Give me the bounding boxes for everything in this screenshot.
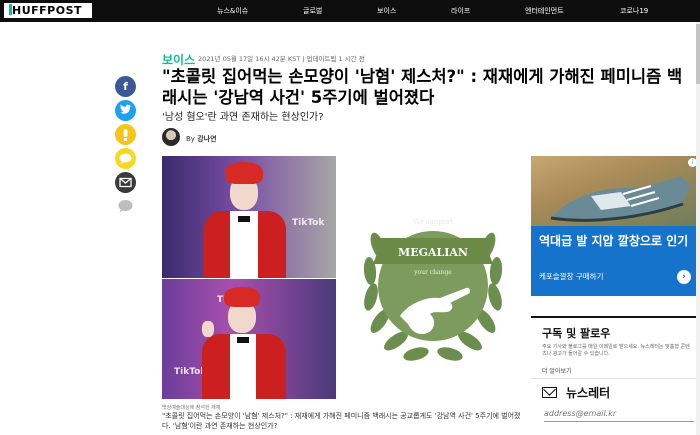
nav-news[interactable]: 뉴스&이슈 — [217, 0, 248, 22]
megalian-emblem: We support MEGALIAN your change — [363, 218, 503, 361]
nav-voices[interactable]: 보이스 — [377, 0, 396, 22]
kakaostory-share-button[interactable] — [115, 124, 136, 145]
bowtie — [238, 216, 250, 222]
email-share-button[interactable] — [115, 172, 136, 193]
author-name[interactable]: 강나연 — [197, 135, 216, 143]
mail-icon — [542, 387, 557, 398]
facebook-share-button[interactable]: f — [115, 76, 136, 97]
article-headline: "초콜릿 집어먹는 손모양이 '남혐' 제스처?" : 재재에게 가해진 페미니… — [162, 67, 683, 107]
learn-more-link[interactable]: 더 알아보기 — [542, 366, 572, 375]
author-avatar[interactable] — [162, 128, 180, 146]
follow-divider — [531, 316, 699, 318]
comment-icon — [118, 200, 133, 213]
facebook-icon: f — [123, 80, 128, 93]
article-subhead: '남성 혐오'란 과연 존재하는 현상인가? — [162, 112, 324, 123]
article-photo-top: TikTok — [162, 156, 336, 278]
email-field[interactable] — [544, 406, 694, 422]
newsletter-title: 뉴스레터 — [566, 386, 611, 400]
top-navigation-bar: HUFFPOST 뉴스&이슈 글로벌 보이스 라이프 엔터테인먼트 코로나19 — [0, 0, 700, 22]
sidebar-ad[interactable]: i 역대급 발 지압 깔창으로 인기 케포슬깔창 구매하기 › — [531, 156, 699, 296]
newsletter-divider — [531, 378, 699, 379]
byline: By 강나연 — [186, 134, 217, 144]
logo-text: HUFFPOST — [12, 4, 83, 17]
email-icon — [119, 177, 132, 188]
person-hair-2 — [224, 287, 260, 307]
kakaotalk-share-button[interactable] — [115, 148, 136, 169]
nav-life[interactable]: 라이프 — [451, 0, 470, 22]
ad-photo: i — [531, 156, 699, 226]
chevron-right-icon[interactable]: › — [677, 270, 691, 284]
nav-covid19[interactable]: 코로나19 — [620, 0, 648, 22]
nav-global[interactable]: 글로벌 — [303, 0, 322, 22]
ad-title[interactable]: 역대급 발 지압 깔창으로 인기 — [539, 234, 689, 249]
person-shirt-2 — [230, 334, 256, 399]
emblem-banner-text: MEGALIAN — [398, 246, 468, 259]
huffpost-logo[interactable]: HUFFPOST — [4, 3, 92, 18]
bowtie-2 — [237, 337, 249, 343]
article-photo-bottom: TikTok TikTok — [162, 279, 336, 399]
article-meta: 2021년 05월 17일 16시 42분 KST | 업데이트됨 1 시간 전 — [198, 55, 365, 63]
twitter-share-button[interactable] — [115, 100, 136, 121]
byline-prefix: By — [186, 135, 195, 143]
emblem-top-text: We support — [413, 218, 454, 226]
nav-entertainment[interactable]: 엔터테인먼트 — [525, 0, 564, 22]
kakaotalk-icon — [119, 153, 132, 164]
follow-title: 구독 및 팔로우 — [542, 327, 611, 340]
scrollbar-thumb[interactable] — [696, 24, 700, 84]
follow-description: 주요 기사와 블로그를 매일 이메일로 받으세요. 뉴스레터는 맞춤형 콘텐츠나… — [542, 344, 690, 357]
twitter-icon — [120, 104, 132, 114]
tiktok-watermark: TikTok — [292, 218, 325, 228]
person-hand — [202, 321, 214, 337]
comment-button[interactable] — [115, 196, 136, 217]
shoe-illustration — [550, 176, 691, 222]
megalian-emblem-image: We support MEGALIAN your change — [338, 156, 528, 399]
article-caption: "초콜릿 집어먹는 손모양이 '남혐' 제스처?" : 재재에게 가해진 페미니… — [162, 412, 521, 430]
ad-panel: 역대급 발 지압 깔창으로 인기 케포슬깔창 구매하기 › — [531, 226, 699, 296]
person-hair — [225, 162, 263, 184]
kakaostory-icon — [123, 129, 128, 141]
ad-subtitle[interactable]: 케포슬깔창 구매하기 — [539, 271, 603, 282]
photo-caption: 백상예술대상에 참석한 재재 — [162, 405, 221, 411]
emblem-bottom-text: your change — [413, 269, 452, 276]
